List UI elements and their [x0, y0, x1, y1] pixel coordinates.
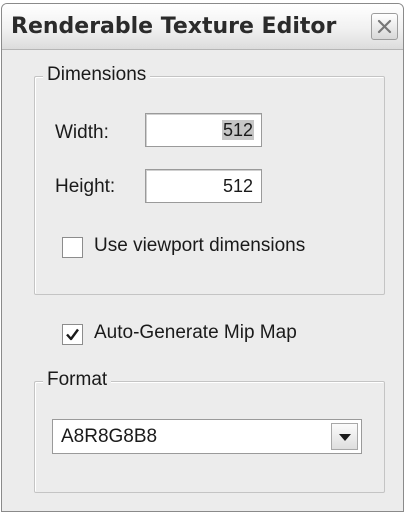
use-viewport-checkbox[interactable]	[62, 237, 83, 258]
dimensions-legend: Dimensions	[43, 64, 151, 86]
format-selected-value: A8R8G8B8	[61, 426, 158, 447]
width-label: Width:	[55, 122, 109, 143]
auto-generate-mipmap-checkbox[interactable]	[62, 324, 83, 345]
window-title: Renderable Texture Editor	[11, 14, 337, 39]
height-input[interactable]: 512	[145, 169, 262, 203]
close-button[interactable]	[371, 13, 398, 40]
auto-generate-mipmap-label[interactable]: Auto-Generate Mip Map	[94, 322, 297, 344]
height-label: Height:	[55, 176, 116, 197]
format-dropdown-button[interactable]	[331, 423, 358, 450]
use-viewport-label[interactable]: Use viewport dimensions	[94, 235, 305, 257]
width-input[interactable]: 512	[145, 113, 262, 147]
title-bar[interactable]: Renderable Texture Editor	[2, 4, 403, 50]
height-value: 512	[222, 176, 253, 196]
format-select[interactable]: A8R8G8B8	[52, 419, 362, 454]
width-value: 512	[221, 120, 254, 140]
renderable-texture-editor-window: Renderable Texture Editor Dimensions Wid…	[1, 3, 404, 512]
format-legend: Format	[43, 369, 112, 391]
